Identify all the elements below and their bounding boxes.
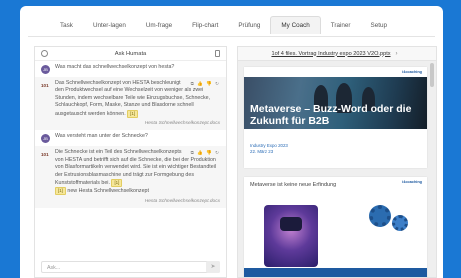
tab-flipchart[interactable]: Flip-chart [182, 17, 228, 34]
slide-subtitle: Industry Expo 2023 22. März 23 [250, 143, 288, 154]
slide-logo: i4coaching [402, 70, 422, 74]
vr-person-image [264, 205, 318, 267]
citation-badge[interactable]: [1] [111, 179, 123, 188]
gear-icon [369, 205, 391, 227]
document-icon[interactable] [215, 50, 220, 57]
slide-footer-band [244, 268, 427, 277]
slide-date: 22. März 23 [250, 148, 274, 154]
send-icon[interactable]: ➤ [206, 261, 220, 273]
refresh-icon[interactable] [41, 50, 48, 57]
citation-badge[interactable]: [1] [55, 187, 66, 196]
tab-umfrage[interactable]: Um-frage [136, 17, 182, 34]
chat-message-bot: 101 ⧉ 👍 👎 ↻ Das Schnellwechselkonzept vo… [35, 77, 226, 131]
file-indicator[interactable]: 1of 4 files. Vortrag Industry expo 2023 … [271, 51, 390, 57]
app-window: Task Unter-lagen Um-frage Flip-chart Prü… [20, 6, 443, 278]
source-reference[interactable]: Hesta Schnellwechselkonzept.docx [55, 198, 220, 205]
chat-message-user: JB Was versteht man unter der Schnecke? [35, 130, 226, 147]
document-viewer: 1of 4 files. Vortrag Industry expo 2023 … [237, 46, 437, 278]
citation-label: new Hesta Schnellwechselkonzept [67, 188, 149, 195]
tab-my-coach[interactable]: My Coach [270, 16, 321, 34]
tab-divider [28, 36, 435, 37]
chat-title: Ask Humata [114, 50, 147, 57]
bot-avatar: 101 [41, 83, 49, 88]
tab-bar: Task Unter-lagen Um-frage Flip-chart Prü… [20, 14, 443, 36]
tab-pruefung[interactable]: Prüfung [228, 17, 270, 34]
chat-message-user: JB Was macht das schnellwechselkonzept v… [35, 61, 226, 77]
chat-panel: Ask Humata JB Was macht das schnellwechs… [34, 46, 227, 278]
tab-setup[interactable]: Setup [361, 17, 397, 34]
tab-trainer[interactable]: Trainer [321, 17, 361, 34]
bot-avatar: 101 [41, 152, 49, 158]
message-actions-icons[interactable]: ⧉ 👍 👎 ↻ [191, 149, 220, 156]
viewer-scrollbar[interactable] [430, 63, 434, 87]
chat-header: Ask Humata [35, 47, 226, 61]
gear-icon [392, 215, 408, 231]
citation-badge[interactable]: [1] [127, 109, 139, 118]
vr-headset-image [280, 217, 302, 231]
slide-event: Industry Expo 2023 [250, 143, 288, 148]
slide-title: Metaverse ist keine neue Erfindung [250, 182, 337, 188]
source-reference[interactable]: Hesta Schnellwechselkonzept.docx [55, 120, 220, 127]
next-file-icon[interactable]: › [396, 51, 398, 57]
message-actions-icons[interactable]: ⧉ 👍 👎 ↻ [191, 80, 220, 87]
viewer-header: 1of 4 files. Vortrag Industry expo 2023 … [238, 47, 436, 61]
slide-1: i4coaching Metaverse – Buzz-Word oder di… [244, 67, 427, 168]
tab-unterlagen[interactable]: Unter-lagen [83, 17, 136, 34]
tab-task[interactable]: Task [50, 17, 83, 34]
chat-message-bot: 101 ⧉ 👍 👎 ↻ Die Schnecke ist ein Teil de… [35, 146, 226, 209]
message-text: Was macht das schnellwechselkonzept von … [55, 64, 175, 70]
chat-input[interactable]: Ask... [41, 261, 220, 273]
slide-logo: i4coaching [402, 180, 422, 184]
user-avatar: JB [41, 134, 50, 144]
slide-title: Metaverse – Buzz-Word oder die Zukunft f… [250, 103, 412, 127]
slide-2: i4coaching Metaverse ist keine neue Erfi… [244, 177, 427, 277]
user-avatar: JB [41, 65, 50, 74]
message-text: Was versteht man unter der Schnecke? [55, 133, 148, 140]
